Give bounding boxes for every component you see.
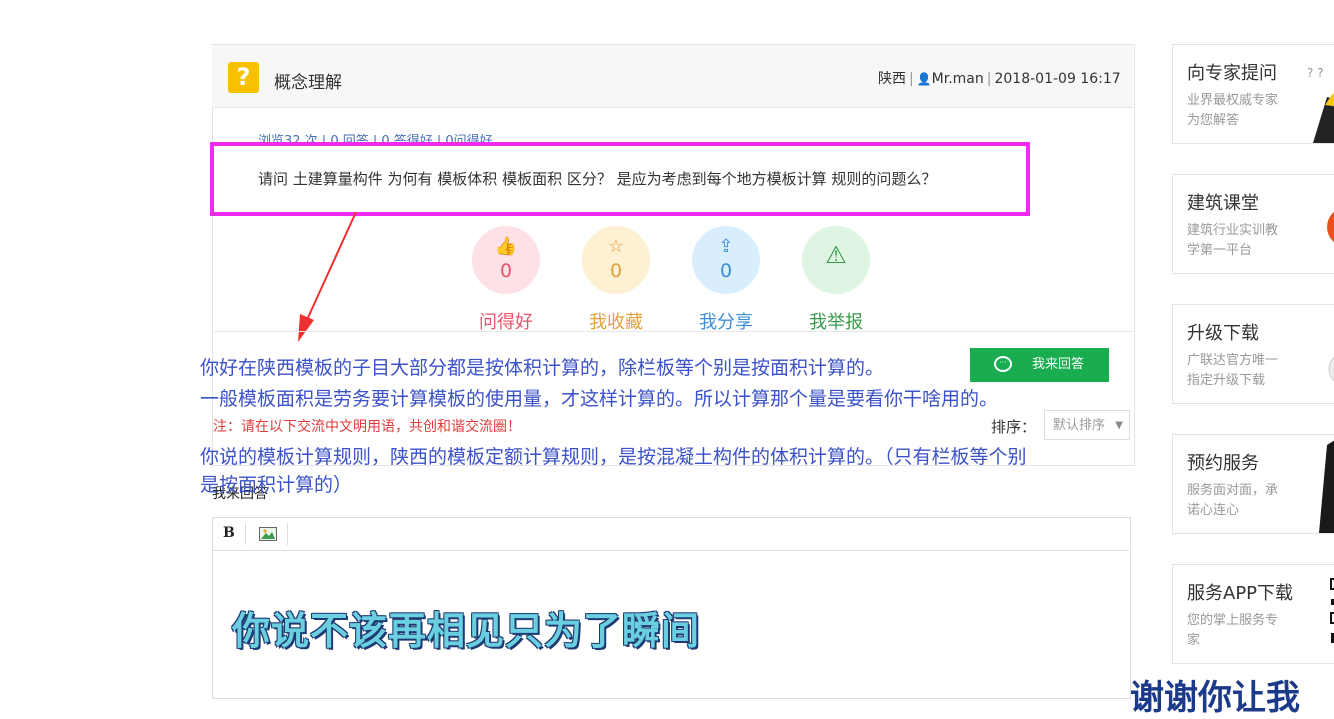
sidebar-ask-expert[interactable]: 向专家提问 业界最权威专家为您解答 ? ? [1172, 44, 1334, 144]
sidebar-desc: 您的掌上服务专家 [1187, 613, 1279, 648]
service-person-icon [1319, 440, 1334, 533]
user-icon: 👤 [916, 72, 932, 86]
question-meta: 陕西|👤Mr.man|2018-01-09 16:17:3 [878, 68, 1120, 88]
sort-selected-value: 默认排序 [1053, 418, 1106, 433]
favorite-button[interactable]: ☆ 0 [582, 226, 650, 294]
sidebar-app-download[interactable]: 服务APP下载 您的掌上服务专家 [1172, 564, 1334, 664]
civility-notice: 注：请在以下交流中文明用语，共创和谐交流圈！ [213, 419, 521, 435]
sidebar-title: 向专家提问 [1187, 63, 1277, 84]
annotation-line-2: 一般模板面积是劳务要计算模板的使用量，才这样计算的。所以计算那个量是要看你干啥用… [200, 388, 999, 410]
sidebar-desc: 广联达官方唯一指定升级下载 [1187, 353, 1279, 388]
post-datetime: 2018-01-09 16:17:3 [994, 71, 1120, 87]
qr-code-icon [1330, 578, 1334, 643]
location-link[interactable]: 陕西 [878, 71, 906, 87]
sidebar-desc: 服务面对面，承诺心连心 [1187, 483, 1279, 518]
annotation-line-4: 是按面积计算的） [200, 474, 353, 496]
report-button[interactable]: ⚠ [802, 226, 870, 294]
sidebar-desc: 建筑行业实训教学第一平台 [1187, 223, 1279, 258]
sidebar-desc: 业界最权威专家为您解答 [1187, 93, 1279, 128]
like-question-button[interactable]: 👍 0 [472, 226, 540, 294]
meta-divider: | [909, 71, 914, 87]
favorite-count: 0 [609, 260, 623, 282]
chat-bubble-icon: ··· [994, 356, 1012, 372]
meta-divider: | [986, 71, 992, 87]
sidebar-building-class[interactable]: 建筑课堂 建筑行业实训教学第一平台 [1172, 174, 1334, 274]
sidebar-title: 建筑课堂 [1187, 193, 1259, 214]
insert-image-icon[interactable] [259, 527, 277, 541]
sidebar-title: 服务APP下载 [1187, 583, 1294, 604]
warning-icon: ⚠ [825, 241, 847, 269]
like-count: 0 [499, 260, 513, 282]
answer-button-label: 我来回答 [1032, 357, 1085, 372]
classroom-logo-icon [1327, 211, 1334, 243]
share-icon: ⇪ [718, 236, 734, 257]
sidebar-upgrade-download[interactable]: 升级下载 广联达官方唯一指定升级下载 [1172, 304, 1334, 404]
card-divider [213, 331, 1133, 332]
video-subtitle-overlay: 你说不该再相见只为了瞬间 [232, 609, 701, 653]
bold-button[interactable]: B [223, 525, 235, 541]
sort-select[interactable]: 默认排序 ▼ [1044, 410, 1130, 440]
highlight-box [210, 142, 1030, 216]
share-count: 0 [719, 260, 733, 282]
sidebar-title: 升级下载 [1187, 323, 1259, 344]
question-category-title: 概念理解 [274, 73, 342, 93]
question-stats: 浏览32 次 | 0 回答 | 0 答得好 | 0问得好 [258, 134, 493, 142]
annotation-line-3: 你说的模板计算规则，陕西的模板定额计算规则，是按混凝土构件的体积计算的。（只有栏… [200, 446, 1027, 468]
sidebar-title: 预约服务 [1187, 453, 1259, 474]
thumbs-up-icon: 👍 [494, 236, 518, 257]
share-button[interactable]: ⇪ 0 [692, 226, 760, 294]
video-subtitle-partial: 谢谢你让我 [1130, 678, 1300, 718]
chevron-down-icon: ▼ [1115, 420, 1123, 431]
download-icon [1328, 356, 1334, 382]
sidebar-appointment[interactable]: 预约服务 服务面对面，承诺心连心 [1172, 434, 1334, 534]
toolbar-divider [287, 523, 288, 545]
star-icon: ☆ [607, 236, 625, 257]
svg-text:? ?: ? ? [1307, 66, 1324, 80]
expert-illustration-icon: ? ? [1307, 66, 1334, 143]
answer-button[interactable]: ··· 我来回答 [970, 348, 1109, 382]
question-mark-icon: ? [228, 62, 259, 93]
annotation-line-1: 你好在陕西模板的子目大部分都是按体积计算的，除栏板等个别是按面积计算的。 [200, 357, 885, 379]
sort-label: 排序： [991, 418, 1037, 436]
annotation-arrow [298, 211, 357, 342]
editor-toolbar [213, 518, 1129, 551]
author-name[interactable]: Mr.man [932, 71, 984, 87]
toolbar-divider [245, 523, 246, 545]
